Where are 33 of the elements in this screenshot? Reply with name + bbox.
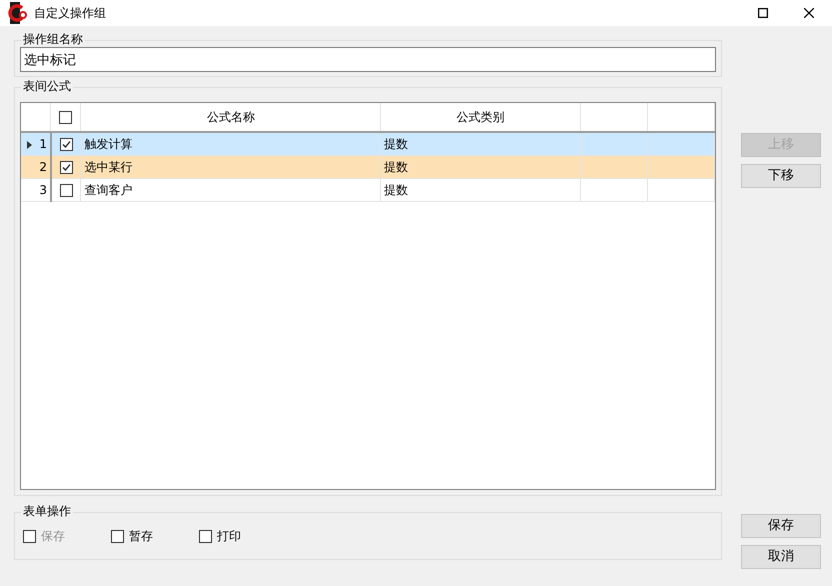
table-row[interactable]: 2 选中某行 提数 (21, 155, 714, 178)
table-cell: 提数 (384, 160, 408, 174)
checkbox-label: 保存 (41, 528, 65, 545)
checkbox[interactable] (60, 184, 73, 197)
group-label: 表单操作 (21, 503, 73, 519)
name-input-field[interactable]: 选中标记 (20, 47, 716, 72)
current-row-icon (27, 141, 32, 149)
checkbox-label: 打印 (217, 528, 241, 545)
window-title: 自定义操作组 (34, 5, 106, 22)
checkbox[interactable] (111, 530, 124, 542)
checkbox[interactable] (60, 160, 73, 174)
table-cell: 选中某行 (84, 160, 132, 174)
app-logo-icon (8, 2, 30, 24)
row-number: 3 (39, 182, 47, 196)
table-row[interactable]: 3 查询客户 提数 (21, 178, 714, 201)
cancel-button[interactable]: 取消 (741, 545, 821, 569)
checkbox[interactable] (199, 530, 212, 542)
table-cell: 查询客户 (84, 182, 132, 196)
row-number: 1 (39, 136, 47, 151)
checkbox-label: 暂存 (129, 528, 153, 545)
save-button[interactable]: 保存 (741, 514, 821, 538)
group-label: 表间公式 (21, 78, 73, 94)
move-down-button[interactable]: 下移 (741, 164, 821, 188)
table-cell: 提数 (384, 182, 408, 196)
row-number: 2 (39, 160, 47, 174)
table-row[interactable]: 1 触发计算 提数 (21, 132, 714, 155)
checkbox[interactable] (60, 138, 73, 151)
group-label: 操作组名称 (21, 31, 85, 47)
column-header[interactable]: 公式名称 (206, 110, 255, 124)
column-header[interactable]: 公式类别 (456, 110, 505, 124)
table-cell: 触发计算 (84, 136, 132, 151)
table-cell: 提数 (384, 136, 408, 151)
checkbox[interactable] (59, 111, 72, 124)
